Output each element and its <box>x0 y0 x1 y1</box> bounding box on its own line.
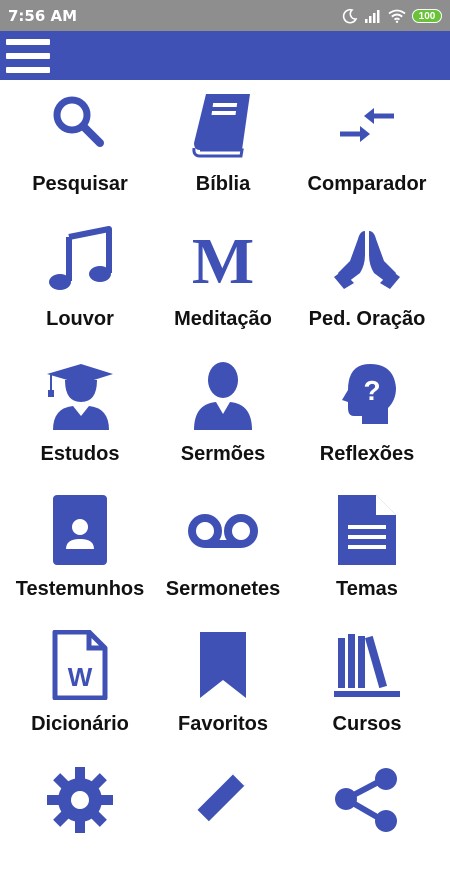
menu-item-label: Favoritos <box>177 713 269 735</box>
share-icon <box>335 768 397 832</box>
menu-item-reflexoes[interactable]: ? Reflexões <box>292 350 442 485</box>
music-note-icon <box>49 226 112 290</box>
menu-item-label: Sermonetes <box>165 578 281 600</box>
menu-item-sermoes[interactable]: Sermões <box>148 350 298 485</box>
word-file-icon: W <box>52 630 108 700</box>
menu-item-label: Testemunhos <box>15 578 145 600</box>
svg-text:?: ? <box>363 375 380 406</box>
person-icon <box>194 362 252 430</box>
menu-item-label: Ped. Oração <box>308 308 426 330</box>
menu-item-label: Bíblia <box>195 173 251 195</box>
menu-item-ped-oracao[interactable]: Ped. Oração <box>292 215 442 350</box>
head-question-icon: ? <box>342 364 396 424</box>
menu-item-label: Temas <box>336 578 398 600</box>
menu-item-share[interactable] <box>292 755 442 890</box>
menu-item-label: Comparador <box>307 173 427 195</box>
menu-item-temas[interactable]: Temas <box>292 485 442 620</box>
wifi-icon <box>388 9 406 23</box>
menu-item-label: Meditação <box>174 308 272 330</box>
svg-text:W: W <box>68 662 93 692</box>
svg-text:M: M <box>192 225 254 295</box>
menu-item-label: Pesquisar <box>32 173 128 195</box>
contact-card-icon <box>53 495 107 565</box>
graduate-icon <box>47 364 113 430</box>
status-bar: 7:56 AM 100 <box>0 0 450 31</box>
menu-hamburger-icon[interactable] <box>6 37 50 75</box>
menu-item-meditacao[interactable]: M Meditação <box>148 215 298 350</box>
menu-item-edit[interactable] <box>148 755 298 890</box>
praying-hands-icon <box>334 231 400 289</box>
signal-icon <box>365 10 380 23</box>
library-books-icon <box>334 634 400 697</box>
pencil-icon <box>197 770 249 822</box>
menu-item-label: Cursos <box>332 713 402 735</box>
menu-item-cursos[interactable]: Cursos <box>292 620 442 755</box>
menu-item-pesquisar[interactable]: Pesquisar <box>5 80 155 215</box>
menu-item-testemunhos[interactable]: Testemunhos <box>5 485 155 620</box>
menu-item-label: Sermões <box>180 443 266 465</box>
menu-item-louvor[interactable]: Louvor <box>5 215 155 350</box>
status-icons: 100 <box>342 6 442 26</box>
menu-item-label: Reflexões <box>319 443 415 465</box>
menu-item-label: Dicionário <box>31 713 129 735</box>
menu-item-sermonetes[interactable]: Sermonetes <box>148 485 298 620</box>
document-icon <box>338 495 396 565</box>
moon-icon <box>342 8 358 24</box>
voicemail-icon <box>188 514 258 548</box>
app-bar <box>0 31 450 80</box>
menu-item-biblia[interactable]: Bíblia <box>148 80 298 215</box>
menu-item-estudos[interactable]: Estudos <box>5 350 155 485</box>
menu-item-settings[interactable] <box>5 755 155 890</box>
menu-item-label: Louvor <box>46 308 114 330</box>
search-icon <box>53 96 104 147</box>
battery-indicator: 100 <box>412 9 442 23</box>
book-icon <box>192 94 250 158</box>
bookmark-icon <box>200 632 246 698</box>
menu-item-comparador[interactable]: Comparador <box>292 80 442 215</box>
menu-item-dicionario[interactable]: W Dicionário <box>5 620 155 755</box>
compare-arrows-icon <box>340 108 394 142</box>
letter-m-icon: M <box>192 225 254 295</box>
menu-item-favoritos[interactable]: Favoritos <box>148 620 298 755</box>
gear-icon <box>47 767 113 833</box>
menu-item-label: Estudos <box>40 443 120 465</box>
status-time: 7:56 AM <box>8 7 78 25</box>
